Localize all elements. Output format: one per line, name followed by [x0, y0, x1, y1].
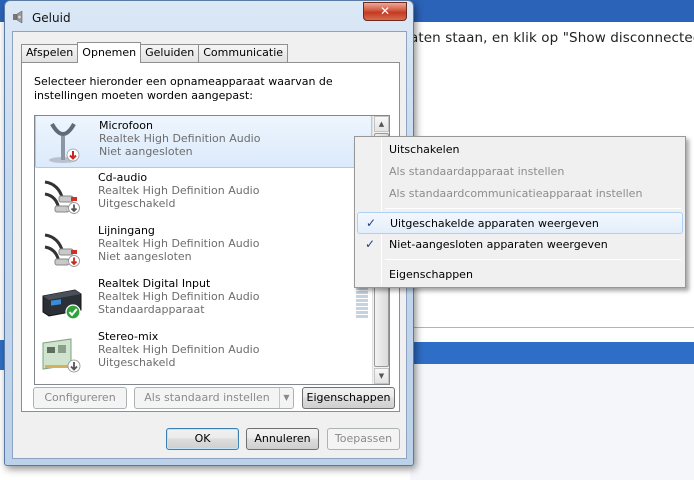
tab-communicatie[interactable]: Communicatie — [198, 44, 289, 62]
device-name: Stereo-mix — [98, 330, 159, 343]
device-name: Microfoon — [99, 119, 153, 132]
title-bar[interactable]: Geluid ✕ — [5, 1, 413, 31]
check-icon: ✓ — [365, 237, 376, 251]
device-item-microfoon[interactable]: Microfoon Realtek High Definition Audio … — [35, 116, 372, 168]
context-menu: Uitschakelen Als standaardapparaat inste… — [354, 136, 686, 288]
tab-geluiden[interactable]: Geluiden — [140, 44, 200, 62]
menu-item-set-default-device[interactable]: Als standaardapparaat instellen — [357, 161, 683, 183]
dialog-client-area: Afspelen Opnemen Geluiden Communicatie S… — [12, 31, 407, 459]
device-item-cd-audio[interactable]: Cd-audio Realtek High Definition Audio U… — [35, 168, 372, 221]
properties-button[interactable]: Eigenschappen — [302, 387, 395, 409]
menu-separator — [385, 208, 681, 209]
check-icon: ✓ — [366, 216, 377, 230]
device-driver: Realtek High Definition Audio — [98, 290, 260, 303]
close-button[interactable]: ✕ — [363, 2, 407, 21]
device-status: Niet aangesloten — [99, 145, 193, 158]
cancel-button[interactable]: Annuleren — [246, 428, 319, 450]
instruction-text: Selecteer hieronder een opnameapparaat w… — [34, 75, 333, 102]
configure-button[interactable]: Configureren — [33, 387, 127, 409]
device-driver: Realtek High Definition Audio — [98, 184, 260, 197]
set-default-label: Als standaard instellen — [144, 391, 270, 404]
tab-afspelen[interactable]: Afspelen — [21, 44, 79, 62]
background-blue-band — [410, 342, 694, 364]
device-list[interactable]: Microfoon Realtek High Definition Audio … — [34, 115, 390, 385]
device-name: Cd-audio — [98, 171, 148, 184]
menu-item-set-default-communication[interactable]: Als standaardcommunicatieapparaat instel… — [357, 183, 683, 205]
background-instruction-text: aten staan, en klik op "Show disconnecte… — [410, 30, 694, 46]
speaker-icon — [13, 10, 23, 24]
menu-item-show-disabled-devices[interactable]: ✓ Uitgeschakelde apparaten weergeven — [357, 212, 683, 234]
device-status: Standaardapparaat — [98, 303, 205, 316]
scroll-down-icon[interactable]: ▼ — [374, 368, 389, 384]
window-title: Geluid — [32, 11, 71, 25]
device-driver: Realtek High Definition Audio — [98, 237, 260, 250]
device-item-stereo-mix[interactable]: Stereo-mix Realtek High Definition Audio… — [35, 327, 372, 380]
scroll-up-icon[interactable]: ▲ — [374, 116, 389, 132]
background-divider — [410, 327, 694, 328]
menu-item-disable[interactable]: Uitschakelen — [357, 139, 683, 161]
ok-button[interactable]: OK — [166, 428, 239, 450]
device-status: Uitgeschakeld — [98, 356, 176, 369]
close-icon: ✕ — [379, 4, 391, 18]
menu-separator — [385, 259, 681, 260]
rca-cable-icon — [44, 180, 80, 214]
apply-button[interactable]: Toepassen — [327, 428, 400, 450]
menu-item-show-disconnected-devices[interactable]: ✓ Niet-aangesloten apparaten weergeven — [357, 234, 683, 256]
device-name: Realtek Digital Input — [98, 277, 211, 290]
sound-dialog: Geluid ✕ Afspelen Opnemen Geluiden Commu… — [4, 0, 414, 466]
background-lower-area — [410, 364, 694, 480]
device-item-realtek-digital-input[interactable]: Realtek Digital Input Realtek High Defin… — [35, 274, 372, 327]
microphone-icon — [49, 122, 80, 163]
set-default-button[interactable]: Als standaard instellen ▼ — [134, 387, 294, 409]
device-status: Niet aangesloten — [98, 250, 192, 263]
digital-input-device-icon — [42, 289, 82, 320]
recording-tab-panel: Selecteer hieronder een opnameapparaat w… — [21, 62, 400, 412]
sound-card-icon — [42, 338, 81, 373]
device-status: Uitgeschakeld — [98, 197, 176, 210]
tab-opnemen[interactable]: Opnemen — [77, 42, 142, 63]
tab-strip: Afspelen Opnemen Geluiden Communicatie — [21, 42, 289, 63]
device-driver: Realtek High Definition Audio — [98, 343, 260, 356]
device-item-lijningang[interactable]: Lijningang Realtek High Definition Audio… — [35, 221, 372, 274]
device-driver: Realtek High Definition Audio — [99, 132, 261, 145]
device-name: Lijningang — [98, 224, 155, 237]
menu-item-properties[interactable]: Eigenschappen — [357, 264, 683, 286]
rca-cable-icon — [44, 233, 80, 267]
chevron-down-icon[interactable]: ▼ — [279, 388, 293, 408]
